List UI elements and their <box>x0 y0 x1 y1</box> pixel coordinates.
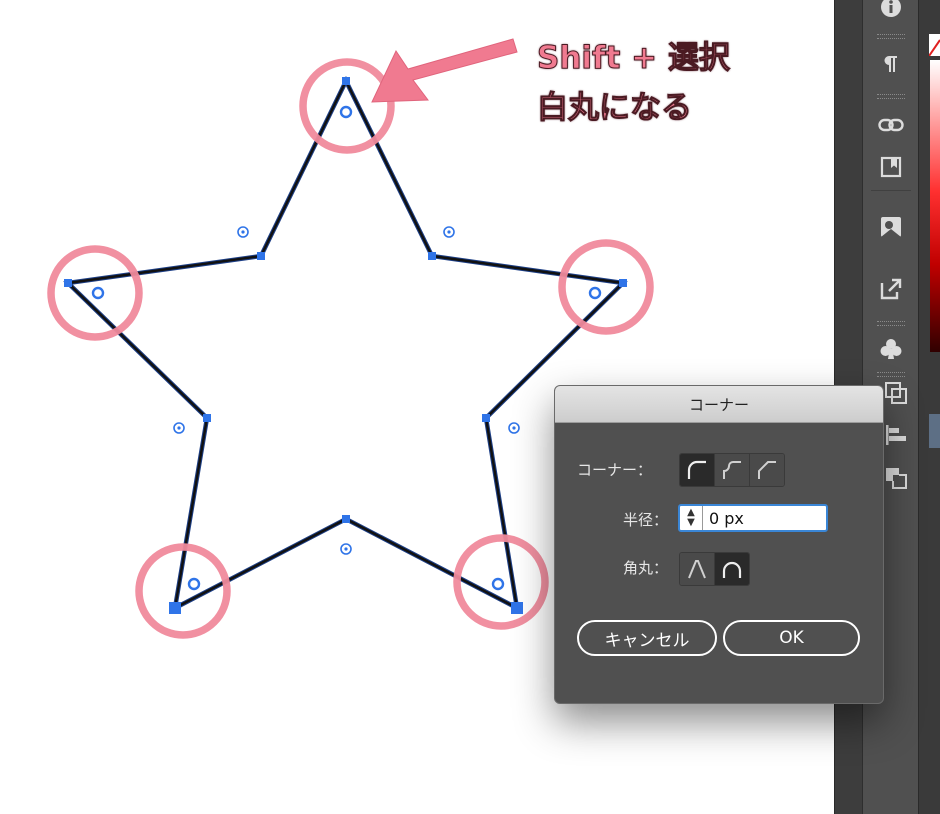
cancel-button[interactable]: キャンセル <box>577 620 717 656</box>
anchor-points[interactable] <box>64 77 627 614</box>
panel-grip[interactable] <box>877 34 905 39</box>
radius-field[interactable]: ▲ ▼ <box>678 504 828 532</box>
corner-widget[interactable] <box>339 105 353 119</box>
anchor-point[interactable] <box>428 252 436 260</box>
corner-widget[interactable] <box>340 543 352 555</box>
paragraph-icon[interactable] <box>876 49 906 79</box>
anchor-point[interactable] <box>203 414 211 422</box>
corner-widget[interactable] <box>508 422 520 434</box>
artboard-icon[interactable] <box>876 152 906 182</box>
image-trace-icon[interactable] <box>876 212 906 242</box>
arrow-icon <box>371 38 518 103</box>
panel-grip[interactable] <box>877 321 905 326</box>
color-spectrum-slider[interactable] <box>930 60 940 352</box>
anchor-point[interactable] <box>342 515 350 523</box>
anchor-point[interactable] <box>257 252 265 260</box>
anchor-point[interactable] <box>64 279 72 287</box>
corner-widget[interactable] <box>187 577 201 591</box>
dialog-title: コーナー <box>555 386 883 423</box>
ok-button[interactable]: OK <box>723 620 860 656</box>
anchor-point[interactable] <box>169 602 181 614</box>
annotation-line-1: Shift + 選択 <box>537 40 731 77</box>
corner-round-icon[interactable] <box>680 454 715 486</box>
corner-widget[interactable] <box>443 226 455 238</box>
rounding-toggle[interactable] <box>679 552 750 586</box>
rounding-label: 角丸： <box>623 559 669 577</box>
annotation-line-2: 白丸になる <box>537 90 693 127</box>
rounding-relative-icon[interactable] <box>680 553 715 585</box>
panel-grip[interactable] <box>877 372 905 377</box>
panel-grip[interactable] <box>877 94 905 99</box>
export-icon[interactable] <box>876 274 906 304</box>
star-path[interactable] <box>63 75 628 613</box>
corner-widget[interactable] <box>173 422 185 434</box>
radius-stepper[interactable]: ▲ ▼ <box>680 506 703 530</box>
corner-chamfer-icon[interactable] <box>750 454 784 486</box>
anchor-point[interactable] <box>482 414 490 422</box>
anchor-point[interactable] <box>511 602 523 614</box>
highlight-circle <box>558 239 654 335</box>
info-icon[interactable] <box>876 0 906 22</box>
radius-input[interactable] <box>703 507 821 529</box>
color-swatch[interactable] <box>928 34 940 57</box>
pathfinder-icon[interactable] <box>881 463 911 493</box>
panel-tab-selected[interactable] <box>929 414 940 448</box>
corner-widget[interactable] <box>237 226 249 238</box>
club-symbol-icon[interactable] <box>876 334 906 364</box>
corner-inverted-round-icon[interactable] <box>715 454 750 486</box>
radius-label: 半径： <box>623 511 669 529</box>
align-icon[interactable] <box>881 420 911 450</box>
corners-dialog: コーナー コーナー： 半径： ▲ ▼ 角丸： キャンセル OK <box>554 385 884 704</box>
highlight-circle <box>47 245 143 341</box>
corner-widget[interactable] <box>588 286 602 300</box>
anchor-point[interactable] <box>619 279 627 287</box>
link-icon[interactable] <box>876 110 906 140</box>
corner-widget[interactable] <box>491 577 505 591</box>
rounding-absolute-icon[interactable] <box>715 553 749 585</box>
chevron-down-icon[interactable]: ▼ <box>687 518 695 528</box>
transform-icon[interactable] <box>881 378 911 408</box>
corner-label: コーナー： <box>577 461 653 479</box>
corner-widget[interactable] <box>91 286 105 300</box>
anchor-point[interactable] <box>342 77 350 85</box>
corner-type-toggle[interactable] <box>679 453 785 487</box>
